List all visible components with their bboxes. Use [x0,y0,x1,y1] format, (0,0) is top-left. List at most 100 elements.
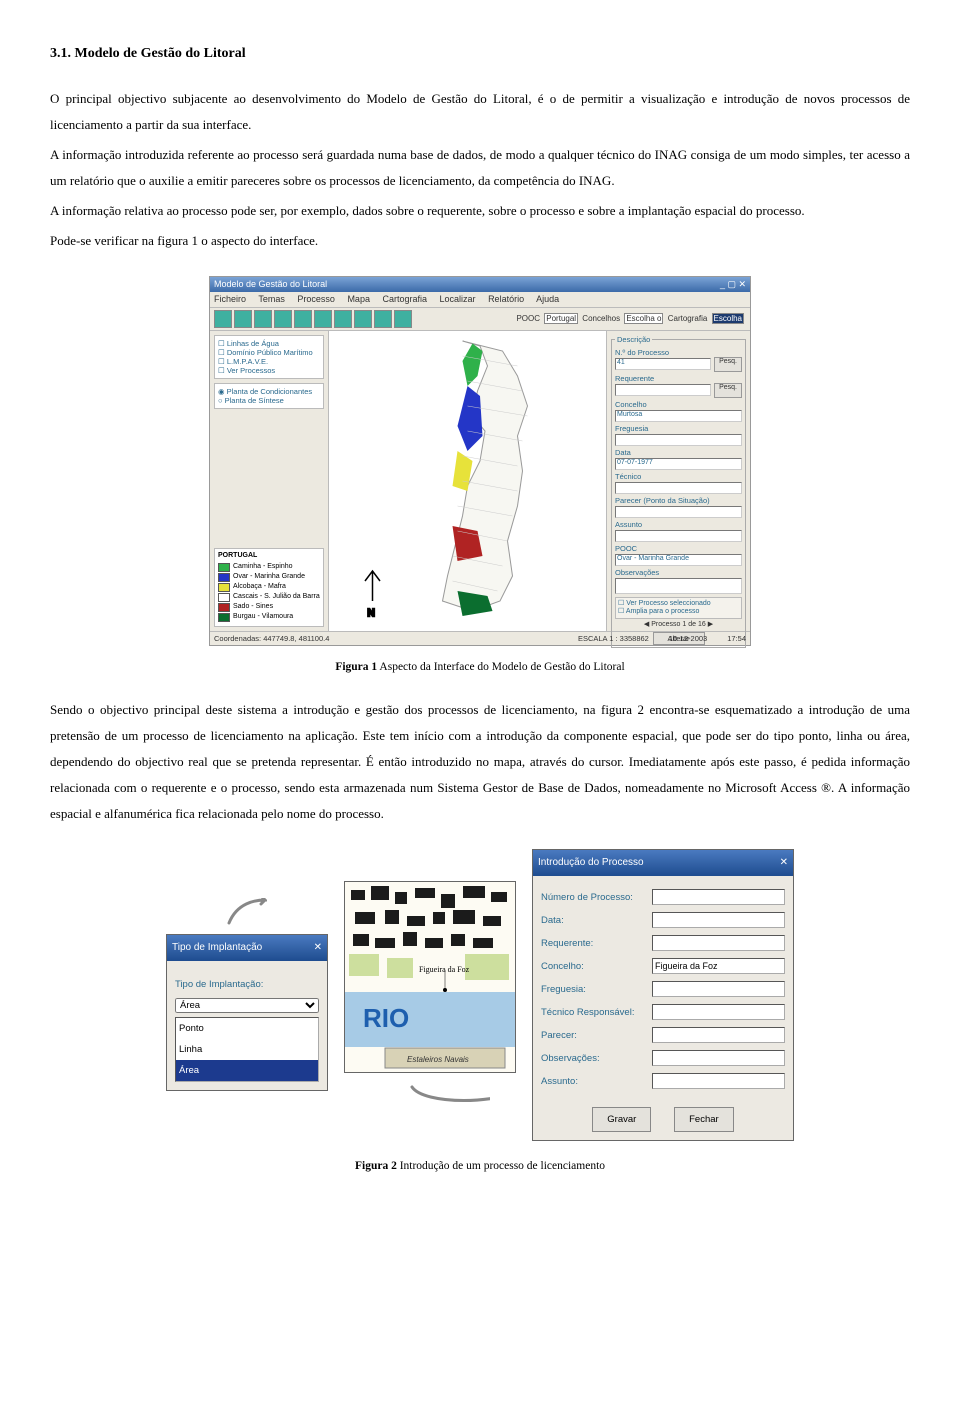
toolbar-button-icon[interactable] [234,310,252,328]
numprocesso-input[interactable]: 41 [615,358,711,370]
dlg2-title: Introdução do Processo [538,853,644,873]
window-controls-icon[interactable]: _ ▢ ✕ [720,279,746,290]
layer-checkbox[interactable]: ☐ L.M.P.A.V.E. [218,357,320,366]
menu-processo[interactable]: Processo [297,294,335,304]
pooc-select[interactable]: Portugal [544,313,578,324]
fechar-button[interactable]: Fechar [674,1107,734,1132]
legend-row: Sado - Sines [218,603,320,612]
field-input[interactable] [652,1027,785,1043]
menu-mapa[interactable]: Mapa [347,294,370,304]
field-label: Técnico Responsável: [541,1003,646,1022]
freguesia-input[interactable] [615,434,742,446]
fig1-left-panel: ☐ Linhas de Água ☐ Domínio Público Marít… [210,331,329,631]
field-label: Observações: [541,1049,646,1068]
fig1-titlebar: Modelo de Gestão do Litoral _ ▢ ✕ [210,277,750,292]
freguesia-label: Freguesia [615,424,742,433]
field-input[interactable] [652,889,785,905]
form-field: Número de Processo: [541,888,785,907]
concelhos-select[interactable]: Escolha o [624,313,663,324]
status-date: 10-12-2003 [669,634,707,643]
list-item[interactable]: Ponto [176,1018,318,1039]
prev-button[interactable]: ◀ [644,621,649,628]
menu-localizar[interactable]: Localizar [440,294,476,304]
close-icon[interactable]: ✕ [314,938,322,958]
legend-label: Sado - Sines [233,603,273,611]
tecnico-input[interactable] [615,482,742,494]
toolbar-button-icon[interactable] [374,310,392,328]
legend-swatch-icon [218,613,230,622]
paragraph-4: Pode-se verificar na figura 1 o aspecto … [50,228,910,254]
field-input[interactable] [652,912,785,928]
figure-2-caption: Figura 2 Introdução de um processo de li… [50,1155,910,1178]
field-input[interactable] [652,1004,785,1020]
fig2-dlg-tipo: Tipo de Implantação ✕ Tipo de Implantaçã… [166,934,328,1091]
pesq-button[interactable]: Pesq. [714,383,742,398]
toolbar-button-icon[interactable] [254,310,272,328]
dlg1-select[interactable]: Área [175,998,319,1013]
pooc-label: POOC [615,544,742,553]
ver-processo-checkbox[interactable]: ☐ Ver Processo seleccionado [618,600,739,608]
menu-relatorio[interactable]: Relatório [488,294,524,304]
field-label: Requerente: [541,934,646,953]
pooc-label: POOC [516,314,540,323]
toolbar-button-icon[interactable] [394,310,412,328]
layer-checkbox[interactable]: ☐ Domínio Público Marítimo [218,348,320,357]
paragraph-5: Sendo o objectivo principal deste sistem… [50,697,910,827]
field-input[interactable] [652,935,785,951]
paragraph-2: A informação introduzida referente ao pr… [50,142,910,194]
field-input[interactable] [652,1050,785,1066]
toolbar-button-icon[interactable] [274,310,292,328]
next-button[interactable]: ▶ [708,621,713,628]
toolbar-button-icon[interactable] [354,310,372,328]
field-input[interactable]: Figueira da Foz [652,958,785,974]
fig1-app-title: Modelo de Gestão do Litoral [214,279,327,290]
concelho-input[interactable]: Murtosa [615,410,742,422]
dlg1-options[interactable]: Ponto Linha Área [175,1017,319,1082]
legend-swatch-icon [218,583,230,592]
legend-row: Cascais - S. Julião da Barra [218,593,320,602]
field-input[interactable] [652,981,785,997]
legend-label: Caminha - Espinho [233,563,293,571]
fig1-map-canvas[interactable]: N [329,331,606,631]
list-item[interactable]: Área [176,1060,318,1081]
close-icon[interactable]: ✕ [780,853,788,873]
legend-title: PORTUGAL [218,552,320,560]
assunto-input[interactable] [615,530,742,542]
concelho-label: Concelho [615,400,742,409]
gravar-button[interactable]: Gravar [592,1107,651,1132]
legend-row: Ovar - Marinha Grande [218,573,320,582]
pesq-button[interactable]: Pesq. [714,357,742,372]
toolbar-button-icon[interactable] [314,310,332,328]
form-field: Concelho:Figueira da Foz [541,957,785,976]
menu-ajuda[interactable]: Ajuda [536,294,559,304]
toolbar-button-icon[interactable] [294,310,312,328]
layer-checkbox[interactable]: ☐ Linhas de Água [218,339,320,348]
numprocesso-label: N.º do Processo [615,348,742,357]
amplia-checkbox[interactable]: ☐ Amplia para o processo [618,608,739,616]
layer-group-2: ◉ Planta de Condicionantes ○ Planta de S… [214,383,324,409]
menu-ficheiro[interactable]: Ficheiro [214,294,246,304]
menu-cartografia[interactable]: Cartografia [382,294,427,304]
toolbar-button-icon[interactable] [334,310,352,328]
parecer-input[interactable] [615,506,742,518]
obs-input[interactable] [615,578,742,594]
carto-select[interactable]: Escolha [712,313,744,324]
fig1-menubar: Ficheiro Temas Processo Mapa Cartografia… [210,292,750,308]
form-field: Técnico Responsável: [541,1003,785,1022]
fig2-map-snippet: Figueira da Foz RIO Estaleiros Navais [344,881,516,1073]
fig1-toolbar: POOC Portugal Concelhos Escolha o Cartog… [210,308,750,331]
field-input[interactable] [652,1073,785,1089]
processo-counter: Processo 1 de 16 [651,621,705,628]
legend-row: Burgau - Vilamoura [218,613,320,622]
toolbar-button-icon[interactable] [214,310,232,328]
layer-radio[interactable]: ◉ Planta de Condicionantes [218,387,320,396]
fig1-statusbar: Coordenadas: 447749.8, 481100.4 ESCALA 1… [210,631,750,645]
requerente-input[interactable] [615,384,711,396]
list-item[interactable]: Linha [176,1039,318,1060]
layer-checkbox[interactable]: ☐ Ver Processos [218,366,320,375]
menu-temas[interactable]: Temas [258,294,285,304]
data-input[interactable]: 07-07-1977 [615,458,742,470]
pooc-input[interactable]: Ovar - Marinha Grande [615,554,742,566]
layer-radio[interactable]: ○ Planta de Síntese [218,396,320,405]
field-label: Freguesia: [541,980,646,999]
